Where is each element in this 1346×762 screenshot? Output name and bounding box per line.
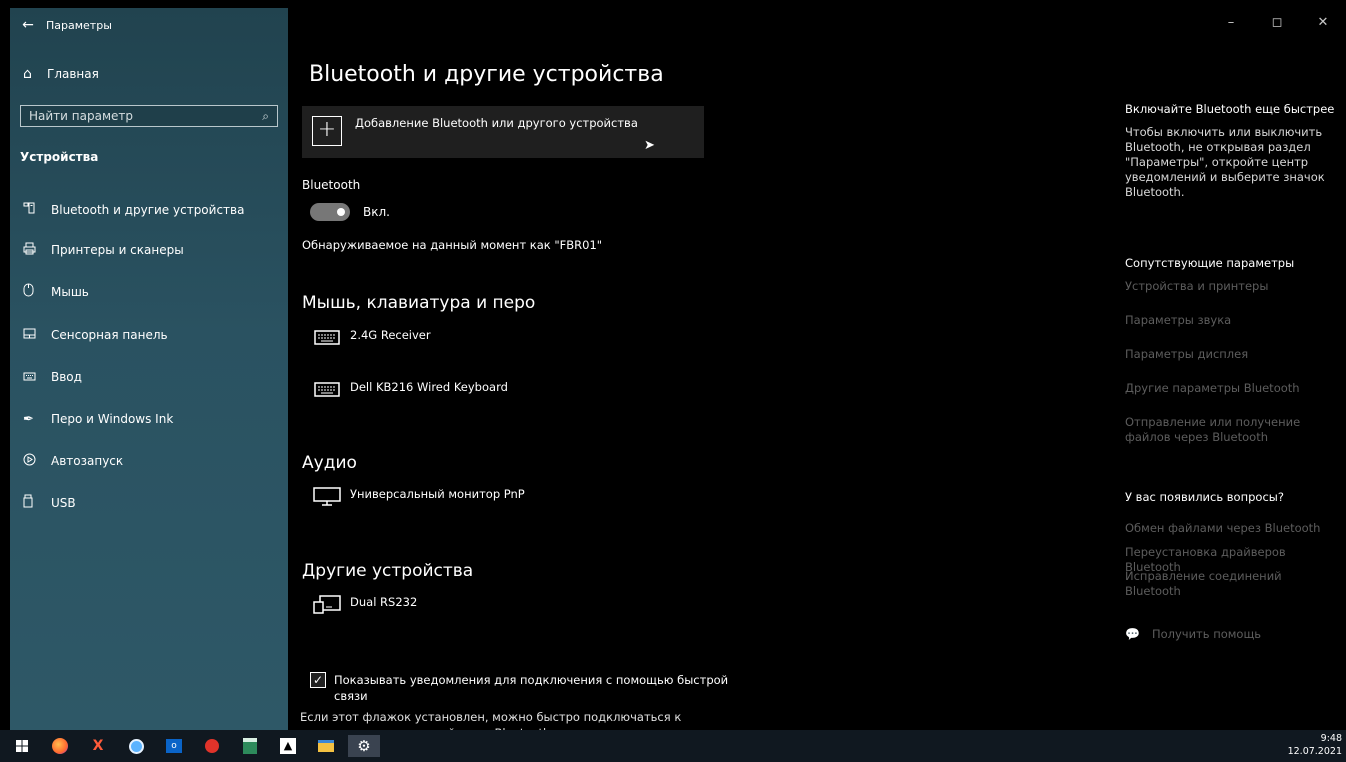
close-icon[interactable]: ✕	[1300, 8, 1346, 38]
device-item[interactable]: 2.4G Receiver	[312, 326, 431, 348]
related-link[interactable]: Параметры дисплея	[1125, 347, 1341, 362]
autoplay-icon	[23, 453, 51, 470]
toggle-knob	[337, 208, 345, 216]
device-name: Dual RS232	[350, 595, 418, 609]
device-item[interactable]: Универсальный монитор PnP	[312, 485, 525, 507]
keyboard-icon	[23, 370, 51, 385]
get-help-label: Получить помощь	[1151, 627, 1262, 641]
touchpad-icon	[23, 328, 51, 343]
device-item[interactable]: Dual RS232	[312, 593, 417, 615]
questions-title: У вас появились вопросы?	[1125, 490, 1284, 504]
help-chat-icon: 💬	[1125, 627, 1140, 641]
sidebar-item-label: Перо и Windows Ink	[51, 412, 174, 426]
sidebar-item-label: Ввод	[51, 370, 82, 384]
other-section-title: Другие устройства	[302, 561, 474, 581]
notify-checkbox-label: Показывать уведомления для подключения с…	[334, 673, 729, 703]
sidebar-item-pen[interactable]: ✒ Перо и Windows Ink	[23, 409, 173, 429]
device-name: 2.4G Receiver	[350, 328, 431, 342]
sidebar-item-label: Сенсорная панель	[51, 328, 168, 342]
mouse-cursor-icon: ➤	[644, 138, 655, 153]
window-controls: – ◻ ✕	[1208, 8, 1346, 38]
notify-description: Если этот флажок установлен, можно быстр…	[300, 710, 685, 730]
mouse-section-title: Мышь, клавиатура и перо	[302, 293, 536, 313]
device-item[interactable]: Dell KB216 Wired Keyboard	[312, 378, 508, 400]
keyboard-device-icon	[314, 382, 340, 397]
tip-title: Включайте Bluetooth еще быстрее	[1125, 102, 1335, 116]
search-placeholder: Найти параметр	[29, 109, 133, 123]
windows-start-icon[interactable]	[6, 735, 38, 757]
question-link[interactable]: Исправление соединений Bluetooth	[1125, 569, 1341, 599]
generic-device-icon	[313, 595, 341, 614]
maximize-icon[interactable]: ◻	[1254, 8, 1300, 38]
printer-icon	[23, 242, 51, 259]
related-link[interactable]: Устройства и принтеры	[1125, 279, 1341, 294]
related-link[interactable]: Отправление или получение файлов через B…	[1125, 415, 1341, 445]
bluetooth-toggle[interactable]	[310, 203, 350, 221]
sidebar-item-label: Принтеры и сканеры	[51, 243, 184, 257]
search-input[interactable]: Найти параметр ⌕	[20, 105, 278, 127]
clock-time: 9:48	[1320, 733, 1342, 744]
sidebar-item-label: Автозапуск	[51, 454, 124, 468]
sidebar-item-label: Мышь	[51, 285, 89, 299]
search-icon: ⌕	[262, 108, 269, 123]
bluetooth-state: Вкл.	[363, 205, 390, 219]
bluetooth-devices-icon	[23, 202, 51, 218]
monitor-icon	[313, 487, 341, 506]
home-label: Главная	[47, 67, 99, 81]
related-title: Сопутствующие параметры	[1125, 256, 1295, 270]
add-device-label: Добавление Bluetooth или другого устройс…	[355, 116, 638, 130]
title-bar: ← Параметры	[10, 8, 112, 42]
sidebar-item-autoplay[interactable]: Автозапуск	[23, 451, 123, 471]
question-link[interactable]: Обмен файлами через Bluetooth	[1125, 521, 1341, 536]
app-red-icon[interactable]	[196, 735, 228, 757]
settings-window: ← Параметры ⌂ Главная Найти параметр ⌕ У…	[10, 8, 1346, 730]
plus-icon: +	[312, 116, 342, 146]
settings-gear-icon[interactable]: ⚙	[348, 735, 380, 757]
audio-section-title: Аудио	[302, 453, 357, 473]
app-triangle-icon[interactable]: ▲	[272, 735, 304, 757]
sidebar-item-label: Bluetooth и другие устройства	[51, 203, 245, 217]
back-arrow-icon[interactable]: ←	[10, 17, 46, 33]
sidebar-item-bluetooth[interactable]: Bluetooth и другие устройства	[23, 200, 244, 220]
sidebar-section-title: Устройства	[20, 150, 99, 164]
keyboard-device-icon	[314, 330, 340, 345]
minimize-icon[interactable]: –	[1208, 8, 1254, 38]
tip-text: Чтобы включить или выключить Bluetooth, …	[1125, 125, 1325, 199]
bluetooth-label: Bluetooth	[302, 178, 361, 192]
sidebar-item-label: USB	[51, 496, 76, 510]
sidebar-item-usb[interactable]: USB	[23, 493, 76, 513]
clock-date: 12.07.2021	[1287, 746, 1342, 757]
discoverable-text: Обнаруживаемое на данный момент как "FBR…	[302, 238, 603, 252]
sidebar: ← Параметры ⌂ Главная Найти параметр ⌕ У…	[10, 8, 288, 730]
notify-checkbox-row[interactable]: ✓ Показывать уведомления для подключения…	[310, 672, 734, 704]
device-name: Dell KB216 Wired Keyboard	[350, 380, 508, 394]
firefox-icon[interactable]	[44, 735, 76, 757]
taskbar-clock[interactable]: 9:48 12.07.2021	[1288, 732, 1342, 758]
sidebar-item-typing[interactable]: Ввод	[23, 367, 82, 387]
sidebar-item-touchpad[interactable]: Сенсорная панель	[23, 325, 168, 345]
file-explorer-icon[interactable]	[310, 735, 342, 757]
calculator-icon[interactable]	[234, 735, 266, 757]
sidebar-item-mouse[interactable]: Мышь	[23, 282, 89, 302]
sidebar-item-printers[interactable]: Принтеры и сканеры	[23, 240, 184, 260]
home-icon: ⌂	[23, 66, 32, 82]
related-link[interactable]: Другие параметры Bluetooth	[1125, 381, 1341, 396]
related-link[interactable]: Параметры звука	[1125, 313, 1341, 328]
usb-icon	[23, 494, 51, 512]
mouse-icon	[23, 283, 51, 301]
app-globe-icon[interactable]	[120, 735, 152, 757]
page-title: Bluetooth и другие устройства	[309, 62, 664, 87]
home-link[interactable]: ⌂ Главная	[23, 66, 99, 82]
app-title: Параметры	[46, 18, 112, 32]
outlook-icon[interactable]: o	[158, 735, 190, 757]
app-x-icon[interactable]: X	[82, 735, 114, 757]
checkbox-checked-icon[interactable]: ✓	[310, 672, 326, 688]
device-name: Универсальный монитор PnP	[350, 487, 525, 501]
taskbar: X o ▲ ⚙ 9:48 12.07.2021	[0, 730, 1346, 762]
pen-icon: ✒	[23, 411, 34, 427]
get-help-link[interactable]: 💬 Получить помощь	[1125, 627, 1341, 642]
